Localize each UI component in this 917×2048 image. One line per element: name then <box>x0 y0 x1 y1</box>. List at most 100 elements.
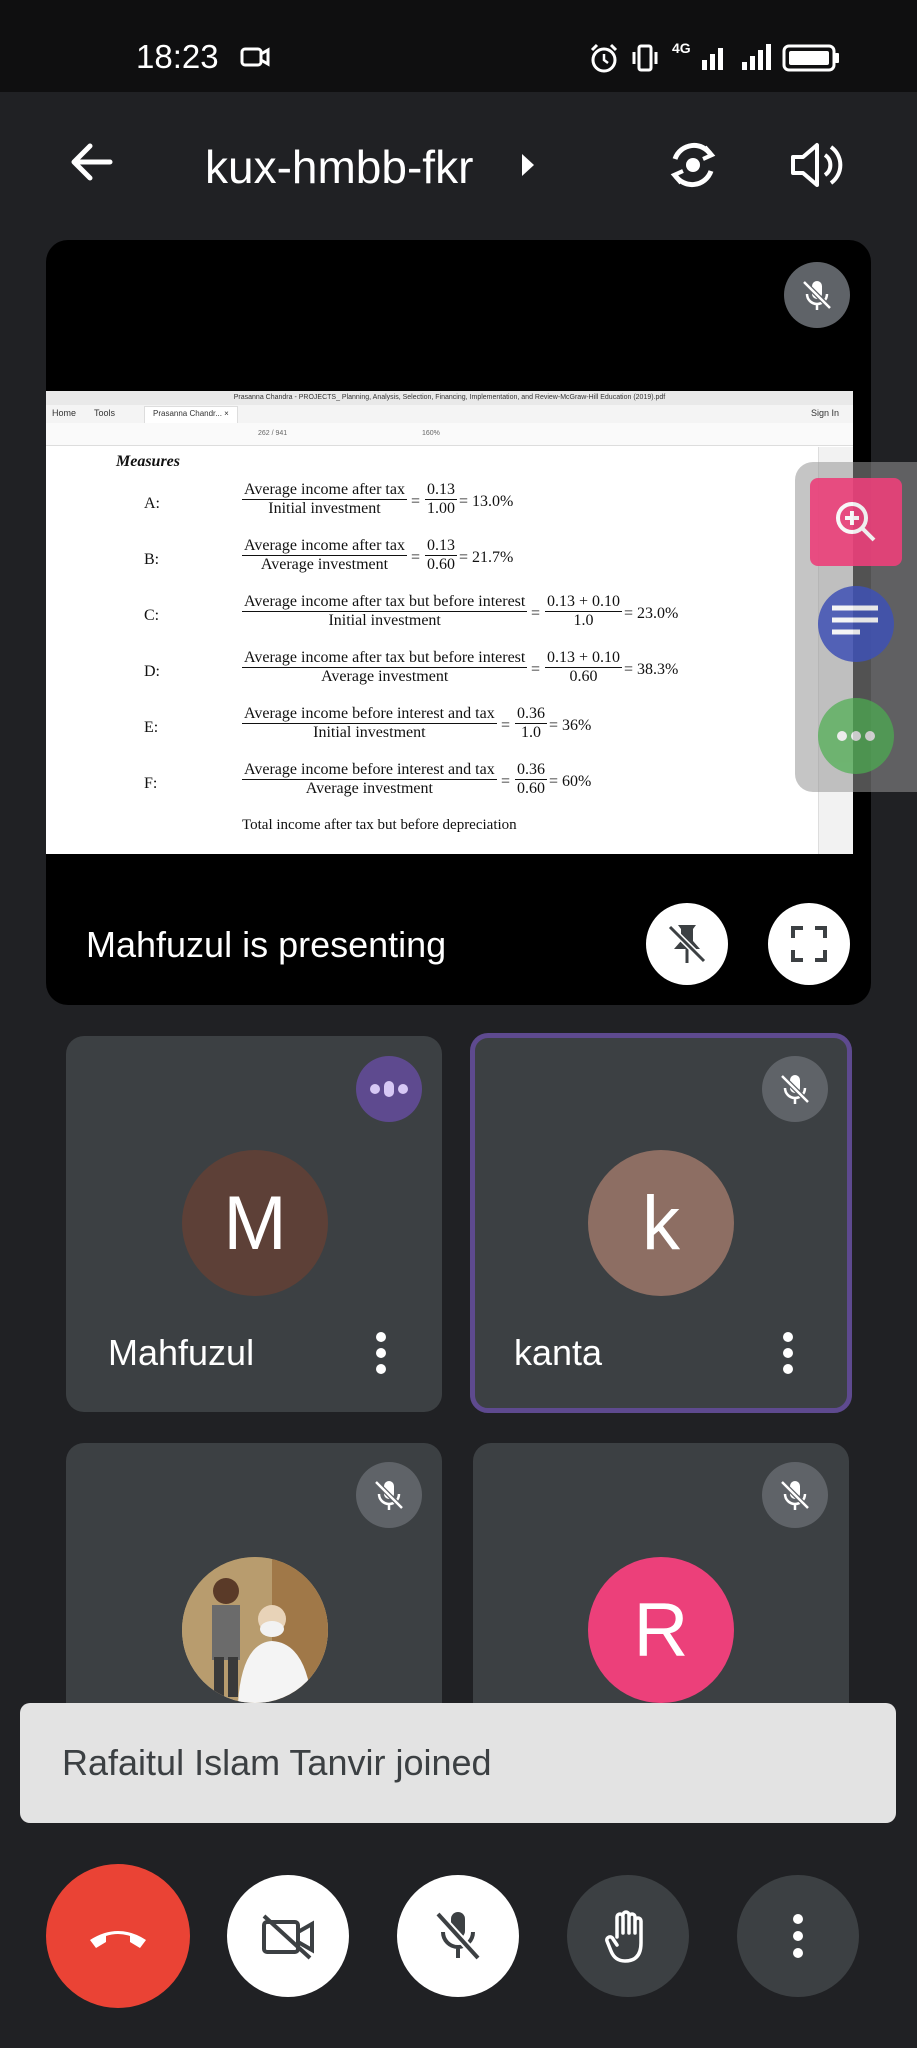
measure-letter: D: <box>144 663 160 680</box>
meeting-code[interactable]: kux-hmbb-fkr <box>205 140 473 194</box>
mic-off-icon <box>780 1074 810 1104</box>
toast-message: Rafaitul Islam Tanvir joined <box>62 1742 492 1783</box>
mute-badge <box>762 1056 828 1122</box>
pdf-footer-line: Total income after tax but before deprec… <box>242 817 517 833</box>
pdf-heading: Measures <box>116 453 181 470</box>
back-button[interactable] <box>60 130 124 194</box>
avatar: R <box>588 1557 734 1703</box>
mic-toggle-button[interactable] <box>397 1875 519 1997</box>
measure-ratio: Average income before interest and tax In… <box>242 705 497 742</box>
shared-screen: Prasanna Chandra - PROJECTS_ Planning, A… <box>46 391 853 854</box>
measure-row: B: Average income after tax Average invest… <box>46 537 806 583</box>
mic-off-icon <box>374 1480 404 1510</box>
ratio-numerator: Average income after tax <box>242 537 407 556</box>
more-vert-icon[interactable] <box>366 1328 396 1378</box>
presenting-label: Mahfuzul is presenting <box>86 924 447 965</box>
measure-values: 0.36 0.60 <box>515 761 547 798</box>
mic-off-icon <box>802 280 832 310</box>
avatar: M <box>182 1150 328 1296</box>
pdf-zoom: 160% <box>422 430 440 437</box>
value-denominator: 1.0 <box>521 724 541 741</box>
value-numerator: 0.36 <box>515 705 547 724</box>
pdf-sign-in: Sign In <box>810 408 839 418</box>
measure-ratio: Average income after tax Average investme… <box>242 537 407 574</box>
end-call-button[interactable] <box>46 1864 190 2008</box>
equals-sign: = <box>411 549 421 566</box>
mic-off-icon <box>435 1911 481 1961</box>
value-denominator: 0.60 <box>517 780 545 797</box>
avatar-initial: M <box>223 1180 287 1266</box>
more-vert-icon <box>793 1914 803 1958</box>
avatar-initial: k <box>642 1180 680 1266</box>
status-time: 18:23 <box>136 38 219 75</box>
measure-result: = 60% <box>549 773 592 790</box>
ratio-numerator: Average income before interest and tax <box>242 761 497 780</box>
zoom-in-icon <box>836 502 876 542</box>
measure-values: 0.13 0.60 <box>425 537 457 574</box>
chevron-right-icon[interactable] <box>518 150 538 180</box>
value-numerator: 0.36 <box>515 761 547 780</box>
camera-toggle-button[interactable] <box>227 1875 349 1997</box>
avatar: k <box>588 1150 734 1296</box>
avatar-photo-image <box>182 1557 328 1703</box>
hand-icon <box>605 1910 643 1963</box>
value-denominator: 0.60 <box>569 668 598 685</box>
dots-icon <box>837 731 875 741</box>
equals-sign: = <box>501 773 511 790</box>
measure-values: 0.13 + 0.10 1.0 <box>545 593 623 630</box>
pdf-page-indicator: 262 / 941 <box>258 430 288 437</box>
more-options-button[interactable] <box>737 1875 859 1997</box>
videocam-off-icon <box>262 1914 314 1960</box>
raise-hand-button[interactable] <box>567 1875 689 1997</box>
ratio-numerator: Average income after tax but before inte… <box>242 649 528 668</box>
more-tools-button[interactable] <box>818 698 894 774</box>
measure-result: = 21.7% <box>459 549 514 566</box>
measure-result: = 36% <box>549 717 592 734</box>
ratio-numerator: Average income before interest and tax <box>242 705 497 724</box>
fullscreen-button[interactable] <box>768 903 850 985</box>
measure-letter: A: <box>144 495 160 512</box>
pin-button[interactable] <box>646 903 728 985</box>
measure-ratio: Average income after tax but before inte… <box>242 649 528 686</box>
battery-icon <box>782 44 839 72</box>
measure-result: = 38.3% <box>624 661 679 678</box>
ratio-denominator: Initial investment <box>268 500 381 517</box>
measure-values: 0.13 + 0.10 0.60 <box>545 649 623 686</box>
ratio-numerator: Average income after tax but before inte… <box>242 593 528 612</box>
measure-letter: F: <box>144 775 158 792</box>
more-vert-icon[interactable] <box>773 1328 803 1378</box>
equals-sign: = <box>501 717 511 734</box>
unpin-icon <box>667 924 707 964</box>
value-denominator: 1.00 <box>427 500 455 517</box>
alarm-icon <box>590 43 618 73</box>
call-end-icon <box>90 1931 146 1948</box>
measure-values: 0.13 1.00 <box>425 481 457 518</box>
measure-letter: E: <box>144 719 159 736</box>
vibrate-icon <box>632 44 658 72</box>
measure-row: D: Average income after tax but before in… <box>46 649 806 695</box>
measure-letter: C: <box>144 607 160 624</box>
presenter-mute-badge <box>784 262 850 328</box>
volume-icon <box>791 143 843 187</box>
ratio-denominator: Average investment <box>260 556 389 573</box>
fullscreen-icon <box>791 926 827 962</box>
zoom-in-button[interactable] <box>810 478 902 566</box>
pdf-tab-home: Home <box>52 408 77 418</box>
pdf-tab-tools: Tools <box>94 408 116 418</box>
value-numerator: 0.13 + 0.10 <box>545 593 623 612</box>
arrow-left-icon <box>71 143 113 181</box>
speaking-indicator <box>356 1056 422 1122</box>
audio-output-button[interactable] <box>782 132 848 198</box>
camera-switch-icon <box>670 142 716 188</box>
measure-ratio: Average income after tax Initial investme… <box>242 481 407 518</box>
value-numerator: 0.13 <box>425 481 457 500</box>
comment-icon <box>832 605 878 635</box>
switch-camera-button[interactable] <box>660 132 726 198</box>
value-denominator: 0.60 <box>427 556 455 573</box>
mute-badge <box>356 1462 422 1528</box>
comment-button[interactable] <box>818 586 894 662</box>
participant-name: Mahfuzul <box>108 1332 255 1373</box>
mute-badge <box>762 1462 828 1528</box>
equals-sign: = <box>531 605 541 622</box>
pdf-window-title: Prasanna Chandra - PROJECTS_ Planning, A… <box>46 391 853 405</box>
